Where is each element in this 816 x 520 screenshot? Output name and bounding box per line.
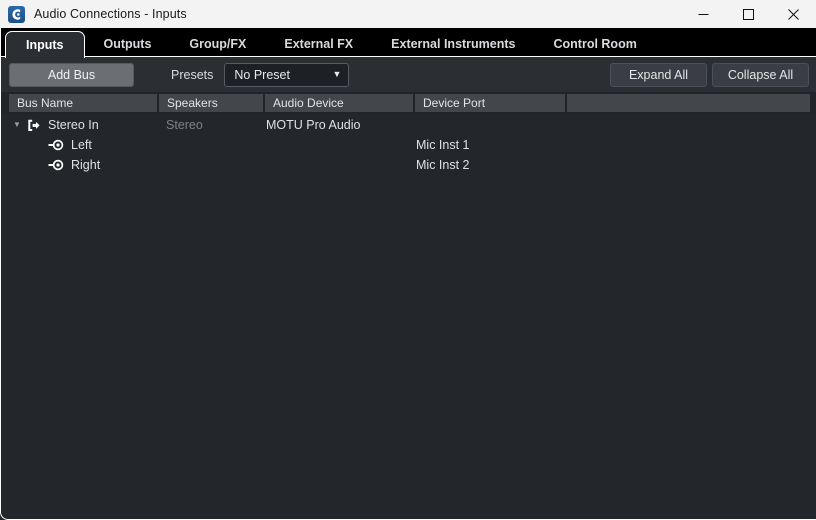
channel-row-device-port-cell[interactable]: Mic Inst 1 <box>411 135 561 155</box>
column-header-row: Bus Name Speakers Audio Device Device Po… <box>0 92 816 114</box>
table-row[interactable]: ▼ Stereo In Stereo MOTU Pro Audio <box>0 115 816 135</box>
channel-row-speakers-cell <box>157 135 261 155</box>
close-icon[interactable] <box>771 0 816 28</box>
bus-row-device-port-cell[interactable] <box>411 115 561 135</box>
title-bar: Audio Connections - Inputs <box>0 0 816 28</box>
bus-name-label: Stereo In <box>48 118 99 132</box>
cubase-logo-icon <box>8 5 25 23</box>
audio-jack-icon <box>47 159 65 171</box>
column-header-extra[interactable] <box>567 94 810 112</box>
audio-jack-icon <box>47 139 65 151</box>
tab-inputs[interactable]: Inputs <box>5 31 85 58</box>
tab-control-room-label: Control Room <box>553 37 637 51</box>
table-row[interactable]: Left Mic Inst 1 <box>0 135 816 155</box>
add-bus-label: Add Bus <box>47 67 96 82</box>
channel-name-label: Right <box>71 158 101 172</box>
window-controls <box>681 0 816 28</box>
tab-external-fx-label: External FX <box>284 37 354 51</box>
channel-row-device-port-cell[interactable]: Mic Inst 2 <box>411 155 561 175</box>
tab-external-fx[interactable]: External FX <box>265 31 372 57</box>
toolbar: Add Bus Presets No Preset ▼ Expand All C… <box>0 57 816 92</box>
preset-select[interactable]: No Preset ▼ <box>224 62 350 87</box>
table-row[interactable]: Right Mic Inst 2 <box>0 155 816 175</box>
preset-select-value: No Preset <box>234 67 290 82</box>
expand-all-label: Expand All <box>628 67 689 82</box>
bus-tree: ▼ Stereo In Stereo MOTU Pro Audio Left M… <box>0 114 816 520</box>
add-bus-button[interactable]: Add Bus <box>9 62 134 87</box>
bus-row-name-cell: ▼ Stereo In <box>0 115 157 135</box>
bus-row-audio-device-cell[interactable]: MOTU Pro Audio <box>261 115 411 135</box>
collapse-all-button[interactable]: Collapse All <box>712 62 809 87</box>
collapse-all-label: Collapse All <box>727 67 794 82</box>
window-title: Audio Connections - Inputs <box>34 7 187 21</box>
channel-row-name-cell: Right <box>0 155 157 175</box>
tab-strip: Inputs Outputs Group/FX External FX Exte… <box>0 28 816 58</box>
tab-external-instruments-label: External Instruments <box>391 37 516 51</box>
expand-all-button[interactable]: Expand All <box>610 62 707 87</box>
audio-connections-window: Audio Connections - Inputs Inputs Output… <box>0 0 816 520</box>
channel-row-audio-device-cell[interactable] <box>261 135 411 155</box>
tab-external-instruments[interactable]: External Instruments <box>372 31 534 57</box>
bus-row-speakers-cell: Stereo <box>166 118 203 132</box>
tab-control-room[interactable]: Control Room <box>535 31 656 57</box>
channel-row-audio-device-cell[interactable] <box>261 155 411 175</box>
toolbar-right-group: Expand All Collapse All <box>610 62 809 87</box>
column-header-device-port[interactable]: Device Port <box>415 94 565 112</box>
presets-label: Presets <box>171 67 214 82</box>
input-bus-icon <box>25 119 42 132</box>
column-header-speakers[interactable]: Speakers <box>159 94 263 112</box>
channel-row-speakers-cell <box>157 155 261 175</box>
title-bar-left: Audio Connections - Inputs <box>0 5 187 23</box>
channel-row-name-cell: Left <box>0 135 157 155</box>
channel-name-label: Left <box>71 138 92 152</box>
chevron-down-icon: ▼ <box>332 69 342 79</box>
tab-group-fx-label: Group/FX <box>189 37 247 51</box>
tab-inputs-label: Inputs <box>26 38 64 52</box>
tab-group-fx[interactable]: Group/FX <box>170 31 265 57</box>
maximize-icon[interactable] <box>726 0 771 28</box>
tab-outputs-label: Outputs <box>103 37 152 51</box>
column-header-bus-name[interactable]: Bus Name <box>9 94 157 112</box>
minimize-icon[interactable] <box>681 0 726 28</box>
tab-outputs[interactable]: Outputs <box>85 31 171 57</box>
column-header-audio-device[interactable]: Audio Device <box>265 94 413 112</box>
chevron-down-icon[interactable]: ▼ <box>9 121 25 129</box>
